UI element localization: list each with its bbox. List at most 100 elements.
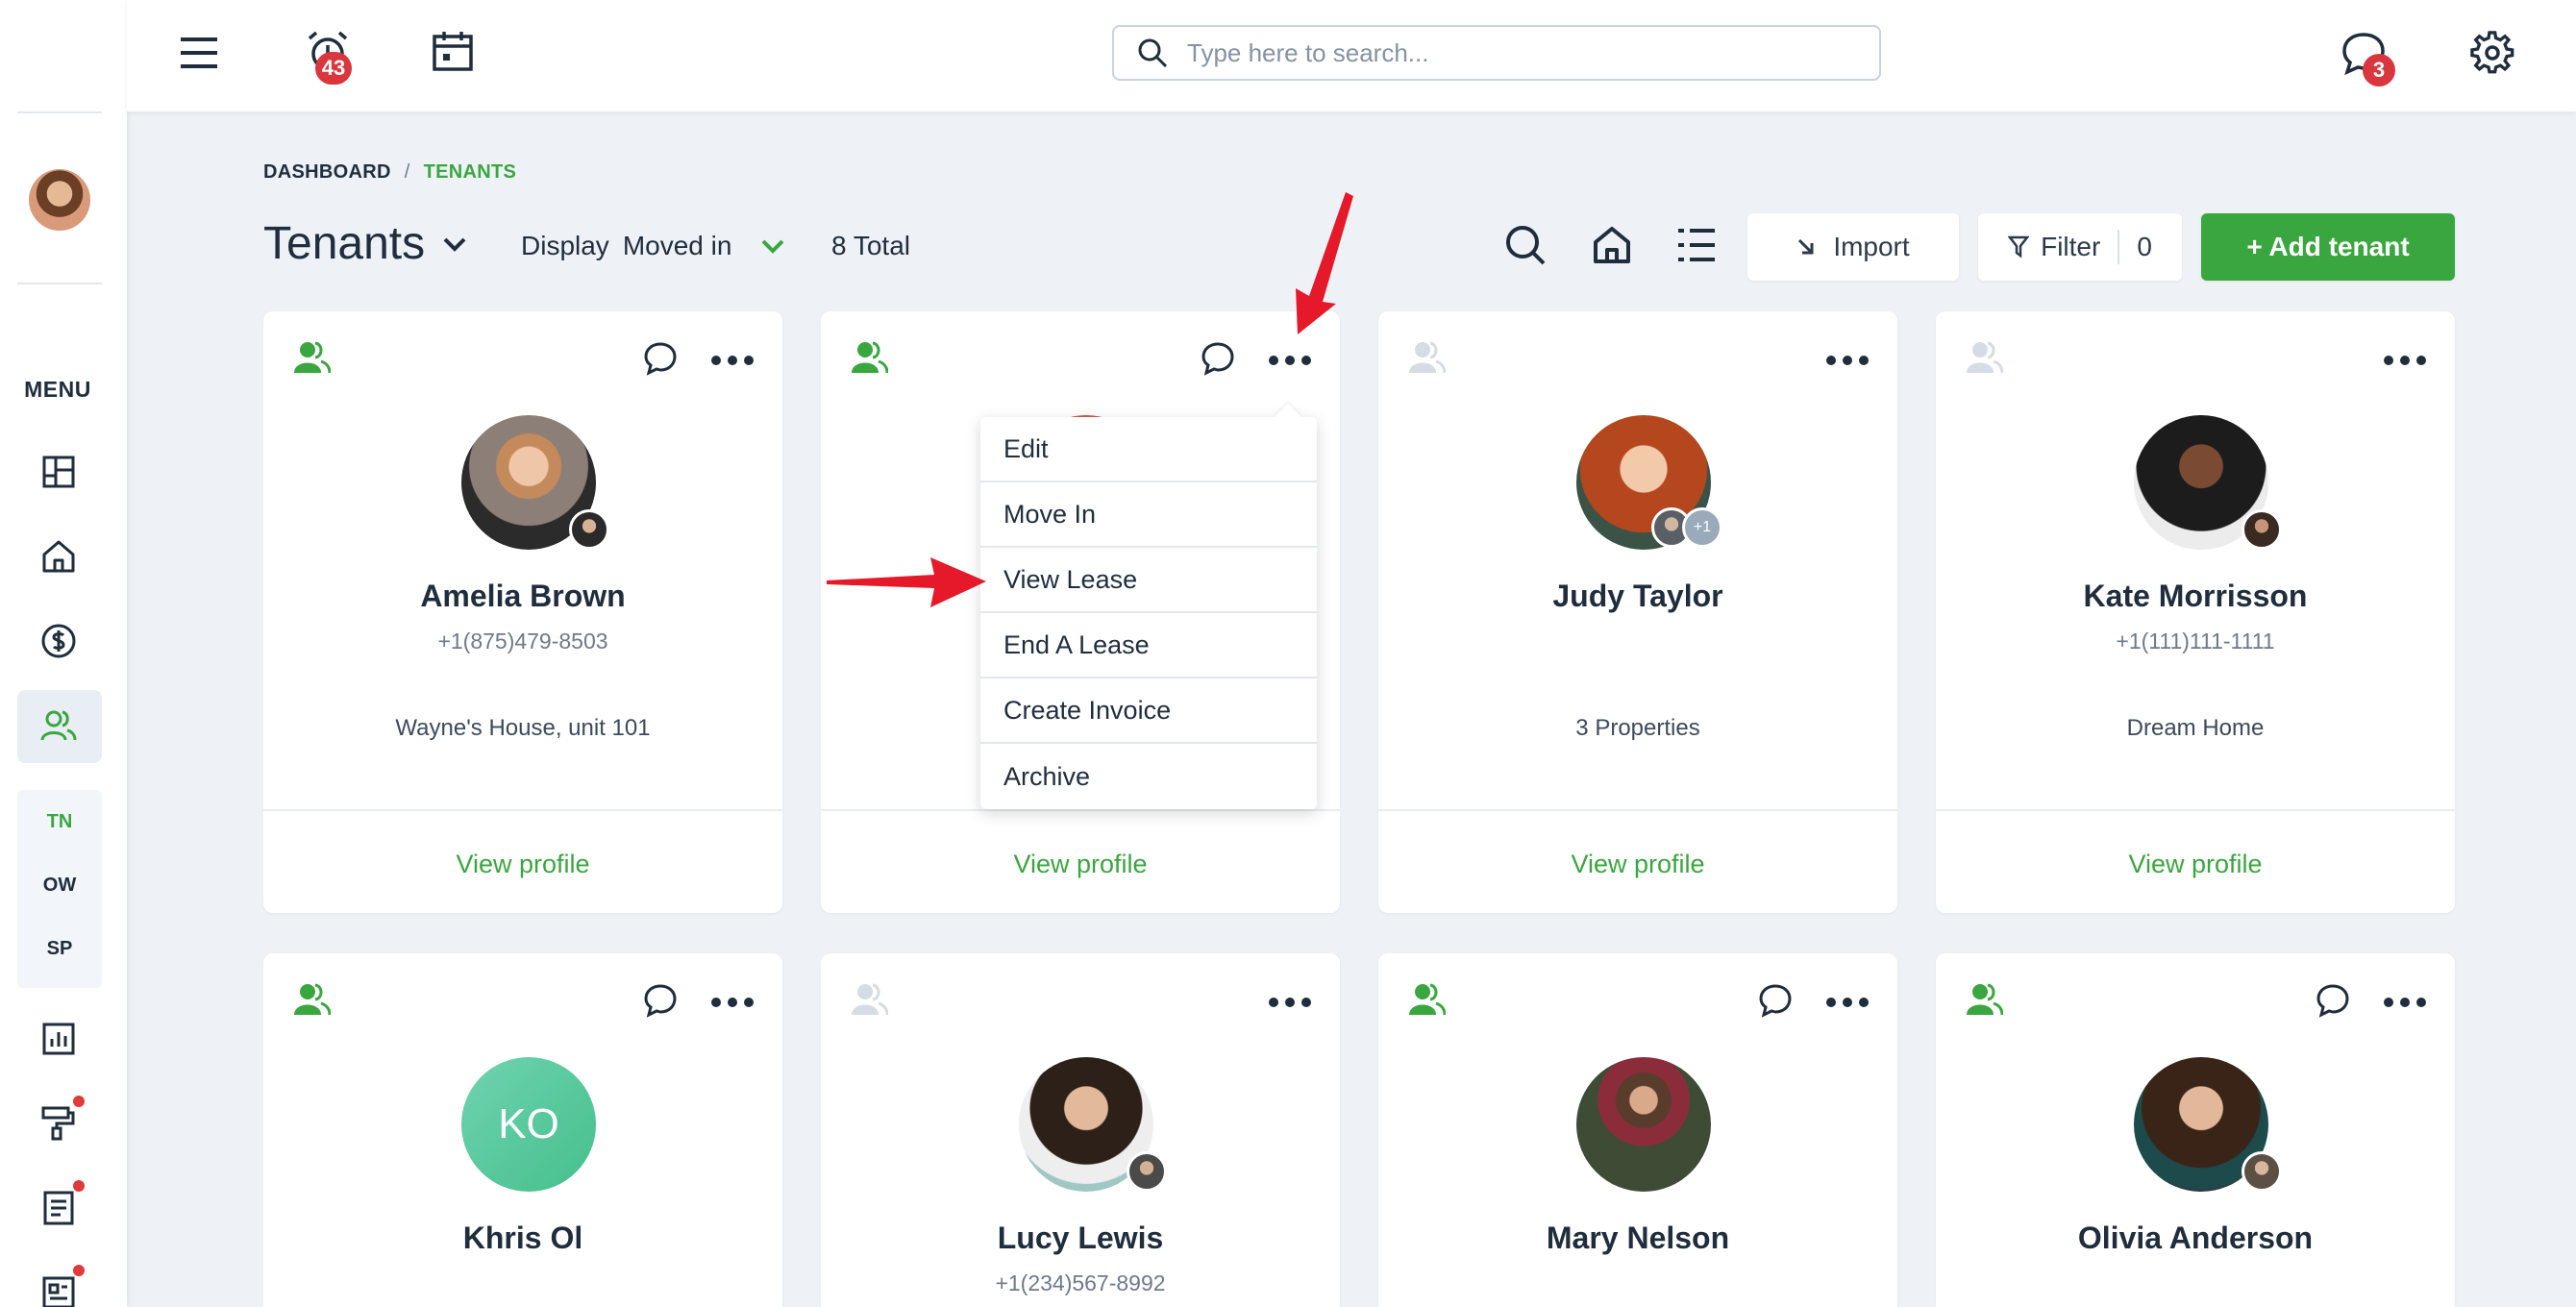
tenant-property: 3 Properties: [1575, 715, 1700, 741]
news-icon[interactable]: [37, 1270, 81, 1307]
dashboard-icon[interactable]: [37, 450, 81, 494]
import-label: Import: [1833, 232, 1910, 261]
more-options-icon[interactable]: [2384, 356, 2426, 367]
search-icon: [1138, 38, 1168, 68]
menu-item-view-lease[interactable]: View Lease: [980, 548, 1317, 613]
document-icon[interactable]: [37, 1186, 81, 1230]
tenant-card: +1 Judy Taylor 3 Properties View profile: [1378, 311, 1897, 913]
co-tenant-avatar: [569, 509, 609, 550]
more-options-icon[interactable]: [2384, 998, 2426, 1009]
filter-button[interactable]: Filter 0: [1978, 213, 2182, 281]
tenant-name: Lucy Lewis: [997, 1221, 1164, 1255]
tenant-name: Amelia Brown: [420, 579, 626, 613]
tenant-card: KO Khris Ol: [263, 953, 782, 1307]
tenant-status-icon: [1967, 983, 2003, 1016]
more-options-icon[interactable]: [1269, 356, 1311, 367]
breadcrumb-tenants: TENANTS: [423, 161, 517, 183]
chevron-down-icon: [443, 237, 466, 252]
top-bar: 43 3: [127, 0, 2576, 111]
dollar-icon[interactable]: [37, 619, 81, 663]
more-options-icon[interactable]: [711, 356, 754, 367]
sidebar-submenu: TN OW SP: [17, 790, 102, 988]
filter-funnel-icon: [2008, 235, 2030, 259]
card-divider: [821, 809, 1340, 811]
settings-gear-icon[interactable]: [2466, 27, 2518, 79]
display-label: Display: [521, 231, 609, 260]
submenu-ow[interactable]: OW: [17, 853, 102, 917]
menu-item-edit[interactable]: Edit: [980, 417, 1317, 482]
submenu-tn[interactable]: TN: [17, 790, 102, 853]
menu-item-create-invoice[interactable]: Create Invoice: [980, 678, 1317, 744]
menu-label: MENU: [24, 377, 91, 402]
search-bar[interactable]: [1112, 25, 1881, 81]
filter-count: 0: [2137, 232, 2152, 261]
chat-icon[interactable]: [642, 982, 679, 1019]
more-options-dropdown: Edit Move In View Lease End A Lease Crea…: [980, 417, 1317, 809]
tenant-photo: [1576, 1057, 1711, 1192]
tenant-card: Kate Morrisson +1(111)111-1111 Dream Hom…: [1936, 311, 2455, 913]
tenant-name: Mary Nelson: [1546, 1221, 1730, 1255]
tenant-phone: +1(875)479-8503: [437, 629, 608, 654]
view-profile-link[interactable]: View profile: [1378, 850, 1897, 879]
notification-dot: [73, 1096, 85, 1107]
chevron-down-icon: [762, 239, 784, 254]
chat-icon[interactable]: [642, 340, 679, 377]
add-tenant-button[interactable]: + Add tenant: [2201, 213, 2455, 281]
user-avatar[interactable]: [29, 169, 90, 231]
view-profile-link[interactable]: View profile: [821, 850, 1340, 879]
search-icon[interactable]: [1501, 221, 1549, 269]
page-title-dropdown[interactable]: Tenants: [263, 217, 467, 270]
tenant-status-icon: [1967, 341, 2003, 374]
menu-item-end-lease[interactable]: End A Lease: [980, 613, 1317, 678]
import-arrow-icon: [1798, 238, 1814, 255]
more-options-icon[interactable]: [1826, 356, 1869, 367]
tenant-status-icon: [294, 341, 331, 374]
chat-icon[interactable]: [1200, 340, 1236, 377]
import-button[interactable]: Import: [1747, 213, 1959, 281]
tenant-property: Wayne's House, unit 101: [395, 715, 651, 741]
filter-divider: [2118, 230, 2120, 264]
submenu-sp[interactable]: SP: [17, 917, 102, 980]
more-options-icon[interactable]: [1269, 998, 1311, 1009]
list-view-icon[interactable]: [1672, 221, 1721, 269]
breadcrumb-separator: /: [404, 161, 410, 183]
tenant-name: Olivia Anderson: [2077, 1221, 2314, 1255]
search-input[interactable]: [1187, 37, 1860, 68]
paint-roller-icon[interactable]: [37, 1101, 81, 1146]
breadcrumb: DASHBOARD / TENANTS: [263, 161, 516, 184]
tenant-phone: +1(234)567-8992: [995, 1270, 1166, 1295]
tenant-status-icon: [1409, 983, 1446, 1016]
tenant-name: Judy Taylor: [1552, 579, 1723, 613]
more-options-icon[interactable]: [1826, 998, 1869, 1009]
calendar-icon[interactable]: [429, 27, 477, 75]
tenant-initials-avatar: KO: [461, 1057, 596, 1192]
tenant-name: Khris Ol: [462, 1221, 583, 1255]
tenant-card: Mary Nelson: [1378, 953, 1897, 1307]
menu-item-archive[interactable]: Archive: [980, 744, 1317, 809]
tenant-status-icon: [852, 341, 888, 374]
home-view-icon[interactable]: [1588, 221, 1636, 269]
hamburger-icon[interactable]: [175, 29, 223, 77]
co-tenant-avatar: [2242, 1151, 2282, 1192]
more-options-icon[interactable]: [711, 998, 754, 1009]
card-divider: [1378, 809, 1897, 811]
home-icon[interactable]: [37, 534, 81, 579]
tenant-card: Lucy Lewis +1(234)567-8992: [821, 953, 1340, 1307]
view-profile-link[interactable]: View profile: [263, 850, 782, 879]
tenant-status-icon: [1409, 341, 1446, 374]
tenant-status-icon: [852, 983, 888, 1016]
breadcrumb-dashboard[interactable]: DASHBOARD: [263, 161, 391, 183]
tenants-icon[interactable]: [37, 703, 81, 748]
card-divider: [263, 809, 782, 811]
view-profile-link[interactable]: View profile: [1936, 850, 2455, 879]
chat-icon[interactable]: [1757, 982, 1794, 1019]
co-tenant-avatar: [1127, 1151, 1167, 1192]
menu-item-move-in[interactable]: Move In: [980, 482, 1317, 548]
total-count: 8 Total: [831, 231, 910, 260]
co-tenant-avatar: [2242, 509, 2282, 550]
chat-icon[interactable]: [2315, 982, 2351, 1019]
tenant-property: Dream Home: [2126, 715, 2265, 741]
reports-icon[interactable]: [37, 1017, 81, 1061]
card-divider: [1936, 809, 2455, 811]
display-filter[interactable]: Display Moved in: [521, 231, 785, 261]
